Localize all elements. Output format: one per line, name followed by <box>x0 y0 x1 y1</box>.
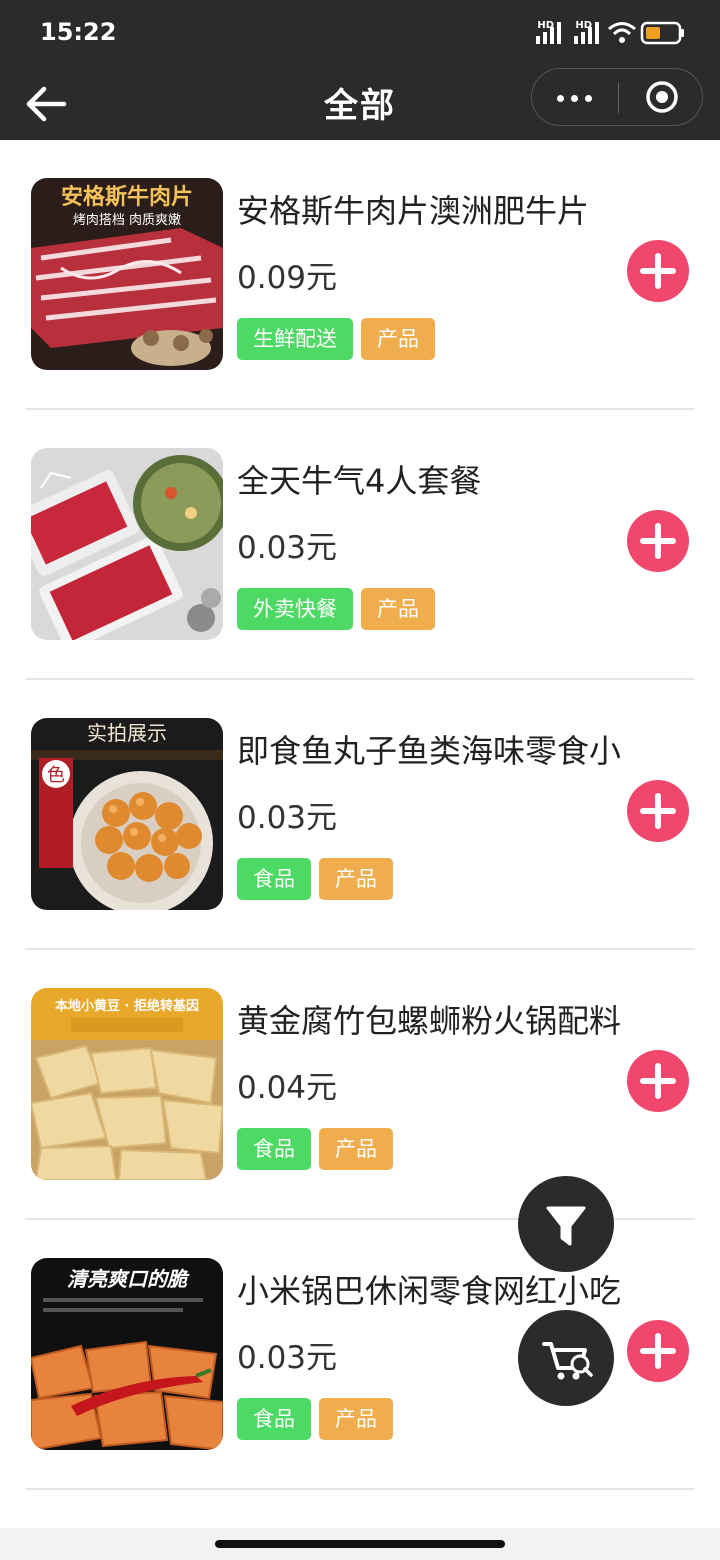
add-to-cart-button[interactable] <box>627 1050 689 1112</box>
plus-icon <box>640 1333 676 1369</box>
target-close-icon <box>646 81 678 113</box>
type-tag: 产品 <box>319 1128 393 1170</box>
product-name[interactable]: 全天牛气4人套餐 <box>237 456 647 502</box>
product-name[interactable]: 即食鱼丸子鱼类海味零食小 <box>237 726 647 772</box>
category-tag: 食品 <box>237 858 311 900</box>
filter-button[interactable] <box>518 1176 614 1272</box>
product-price: 0.04元 <box>237 1070 338 1106</box>
product-item[interactable]: 色 实拍展示 即食鱼丸子鱼类海味零食小 0.03元 食品 产品 <box>0 680 720 950</box>
product-tags: 生鲜配送 产品 <box>237 318 443 360</box>
category-tag: 食品 <box>237 1128 311 1170</box>
status-time: 15:22 <box>40 18 117 46</box>
product-image[interactable] <box>31 448 223 640</box>
cart-search-button[interactable] <box>518 1310 614 1406</box>
type-tag: 产品 <box>319 858 393 900</box>
bottom-system-bar <box>0 1528 720 1560</box>
product-image[interactable]: 本地小黄豆 · 拒绝转基因 <box>31 988 223 1180</box>
type-tag: 产品 <box>361 318 435 360</box>
product-name[interactable]: 黄金腐竹包螺蛳粉火锅配料 <box>237 996 647 1042</box>
status-bar: 15:22 HD HD <box>0 0 720 68</box>
product-price: 0.03元 <box>237 1340 338 1376</box>
home-indicator[interactable] <box>215 1540 505 1548</box>
product-image[interactable]: 安格斯牛肉片 烤肉搭档 肉质爽嫩 <box>31 178 223 370</box>
more-dots-icon <box>571 95 578 102</box>
product-price: 0.09元 <box>237 260 338 296</box>
product-item[interactable]: 全天牛气4人套餐 0.03元 外卖快餐 产品 <box>0 410 720 680</box>
add-to-cart-button[interactable] <box>627 510 689 572</box>
product-tags: 食品 产品 <box>237 1398 401 1440</box>
plus-icon <box>640 253 676 289</box>
more-dots-icon <box>557 95 564 102</box>
product-tags: 外卖快餐 产品 <box>237 588 443 630</box>
add-to-cart-button[interactable] <box>627 1320 689 1382</box>
image-caption-title: 清亮爽口的脆 <box>67 1267 190 1291</box>
product-tags: 食品 产品 <box>237 858 401 900</box>
product-name[interactable]: 安格斯牛肉片澳洲肥牛片 <box>237 186 647 232</box>
image-caption-title: 实拍展示 <box>87 721 167 745</box>
product-image[interactable]: 清亮爽口的脆 <box>31 1258 223 1450</box>
battery-icon <box>640 21 684 45</box>
image-caption-subtitle: 色 <box>47 765 65 786</box>
wifi-icon <box>608 22 636 43</box>
product-item[interactable]: 安格斯牛肉片 烤肉搭档 肉质爽嫩 安格斯牛肉片澳洲肥牛片 0.09元 生鲜配送产… <box>0 140 720 410</box>
image-caption-title: 安格斯牛肉片 <box>61 184 193 210</box>
signal-hd-icon <box>574 22 599 44</box>
nav-bar: 全部 <box>0 68 720 140</box>
type-tag: 产品 <box>319 1398 393 1440</box>
product-price: 0.03元 <box>237 530 338 566</box>
image-caption-title: 本地小黄豆 · 拒绝转基因 <box>55 998 199 1014</box>
image-caption-subtitle: 烤肉搭档 肉质爽嫩 <box>73 212 181 228</box>
close-mini-program-button[interactable] <box>619 69 704 127</box>
more-button[interactable] <box>532 69 618 127</box>
more-dots-icon <box>585 95 592 102</box>
category-tag: 食品 <box>237 1398 311 1440</box>
category-tag: 外卖快餐 <box>237 588 353 630</box>
plus-icon <box>640 1063 676 1099</box>
product-list: 安格斯牛肉片 烤肉搭档 肉质爽嫩 安格斯牛肉片澳洲肥牛片 0.09元 生鲜配送产… <box>0 140 720 1490</box>
mini-program-capsule <box>531 68 703 126</box>
signal-hd-icon <box>536 22 561 44</box>
filter-icon <box>546 1206 586 1246</box>
category-tag: 生鲜配送 <box>237 318 353 360</box>
plus-icon <box>640 793 676 829</box>
product-tags: 食品 产品 <box>237 1128 401 1170</box>
type-tag: 产品 <box>361 588 435 630</box>
add-to-cart-button[interactable] <box>627 240 689 302</box>
cart-search-icon <box>542 1342 593 1380</box>
product-name[interactable]: 小米锅巴休闲零食网红小吃 <box>237 1266 647 1312</box>
product-price: 0.03元 <box>237 800 338 836</box>
add-to-cart-button[interactable] <box>627 780 689 842</box>
plus-icon <box>640 523 676 559</box>
product-image[interactable]: 色 实拍展示 <box>31 718 223 910</box>
